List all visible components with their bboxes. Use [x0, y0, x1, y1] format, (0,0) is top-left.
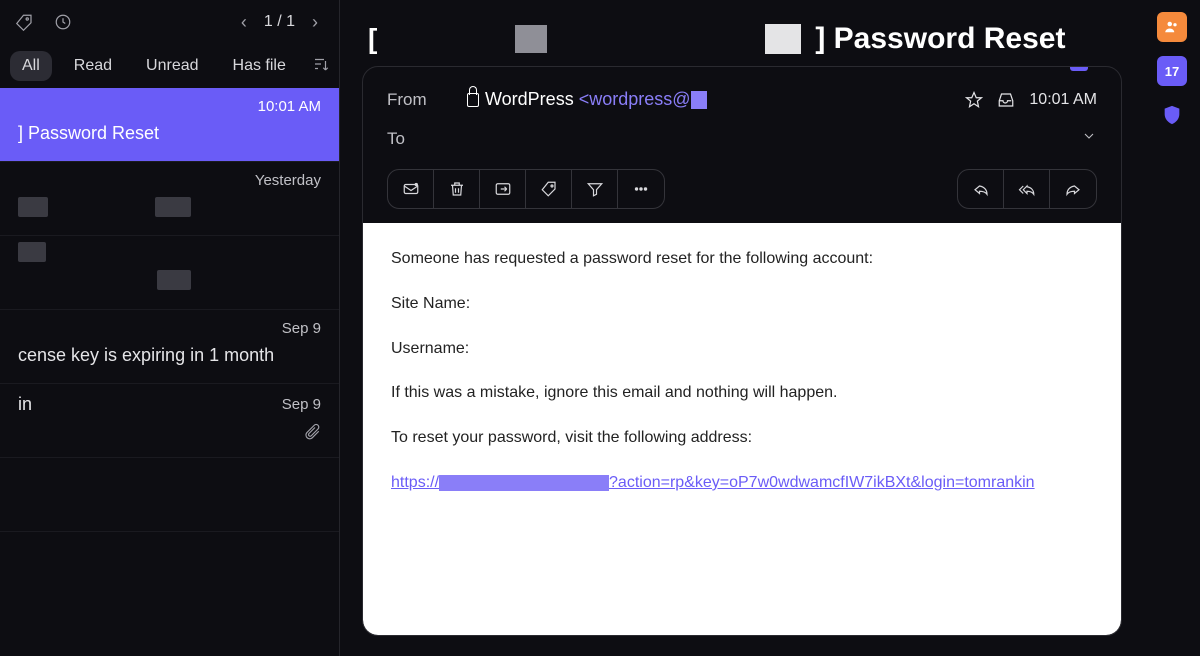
message-item[interactable]: [0, 236, 339, 310]
body-p4: If this was a mistake, ignore this email…: [391, 381, 1093, 406]
messages: 10:01 AM ] Password Reset Yesterday Sep …: [0, 88, 339, 656]
filter-unread[interactable]: Unread: [134, 51, 210, 81]
message-body: Someone has requested a password reset f…: [363, 223, 1121, 635]
sort-icon[interactable]: [308, 51, 334, 82]
filter-has-file[interactable]: Has file: [221, 51, 298, 81]
message-item[interactable]: 10:01 AM ] Password Reset: [0, 88, 339, 162]
shield-icon[interactable]: [1157, 100, 1187, 130]
sender[interactable]: WordPress <wordpress@: [485, 89, 707, 110]
message-time: Sep 9: [282, 320, 321, 337]
redacted-sender: [18, 242, 46, 262]
redacted-sender: [18, 197, 48, 217]
message-time: 10:01 AM: [258, 98, 321, 115]
redacted: [439, 475, 609, 491]
app-rail: 17: [1144, 0, 1200, 656]
list-toolbar: ‹ 1 / 1 ›: [0, 0, 339, 44]
message-meta: From WordPress <wordpress@ 10:01 AM: [363, 67, 1121, 163]
reply-all-icon[interactable]: [1004, 170, 1050, 208]
calendar-icon[interactable]: 17: [1157, 56, 1187, 86]
message-time: Yesterday: [255, 172, 321, 189]
redacted: [157, 270, 191, 290]
message-time: Sep 9: [282, 396, 321, 413]
subject-text: Password Reset: [834, 22, 1066, 55]
message-item[interactable]: Yesterday: [0, 162, 339, 236]
clock-icon[interactable]: [50, 9, 76, 35]
body-p1: Someone has requested a password reset f…: [391, 247, 1093, 272]
message-item[interactable]: Sep 9 cense key is expiring in 1 month: [0, 310, 339, 384]
more-icon[interactable]: [618, 170, 664, 208]
page-indicator: 1 / 1: [264, 13, 295, 31]
redacted: [515, 25, 547, 53]
tag-icon[interactable]: [12, 9, 38, 35]
message-toolbar: [363, 163, 1121, 223]
paperclip-icon: [18, 423, 321, 441]
tag-icon[interactable]: [526, 170, 572, 208]
reply-icon[interactable]: [958, 170, 1004, 208]
message-item[interactable]: in Sep 9: [0, 384, 339, 458]
lock-icon: [467, 93, 479, 107]
subject-prefix-bracket: [: [368, 23, 377, 55]
message-header: [ ] Password Reset: [350, 0, 1134, 66]
subject-bracket-close: ]: [815, 22, 825, 55]
message-list-pane: ‹ 1 / 1 › All Read Unread Has file 10:01…: [0, 0, 340, 656]
reset-link[interactable]: https://?action=rp&key=oP7w0wdwamcfIW7ik…: [391, 474, 1035, 491]
forward-icon[interactable]: [1050, 170, 1096, 208]
message-card: ✓ 1 From WordPress <wordpress@: [362, 66, 1122, 636]
reading-pane: [ ] Password Reset ✓ 1 From WordPress: [340, 0, 1144, 656]
chevron-down-icon[interactable]: [1081, 128, 1097, 149]
chevron-right-icon[interactable]: ›: [303, 12, 327, 33]
message-item[interactable]: [0, 458, 339, 532]
move-to-inbox-icon[interactable]: [480, 170, 526, 208]
body-p3: Username:: [391, 337, 1093, 362]
filter-all[interactable]: All: [10, 51, 52, 81]
star-icon[interactable]: [965, 91, 983, 109]
from-label: From: [387, 90, 451, 110]
shield-check-icon: ✓: [1070, 66, 1088, 71]
filter-tabs: All Read Unread Has file: [0, 44, 339, 88]
chevron-left-icon[interactable]: ‹: [232, 12, 256, 33]
message-subject: in: [18, 394, 32, 415]
message-time: 10:01 AM: [1029, 91, 1097, 109]
message-subject: cense key is expiring in 1 month: [18, 345, 321, 366]
security-badge[interactable]: ✓ 1: [1066, 66, 1105, 71]
redacted: [765, 24, 801, 54]
filter-icon[interactable]: [572, 170, 618, 208]
inbox-icon[interactable]: [997, 91, 1015, 109]
trash-icon[interactable]: [434, 170, 480, 208]
redacted: [691, 91, 707, 109]
filter-read[interactable]: Read: [62, 51, 124, 81]
subject-title: ] Password Reset: [815, 22, 1065, 56]
security-count: 1: [1092, 66, 1101, 71]
pager: ‹ 1 / 1 ›: [232, 12, 327, 33]
redacted: [155, 197, 191, 217]
message-subject: ] Password Reset: [18, 123, 321, 144]
people-icon[interactable]: [1157, 12, 1187, 42]
body-p5: To reset your password, visit the follow…: [391, 426, 1093, 451]
to-label: To: [387, 129, 451, 149]
body-p2: Site Name:: [391, 292, 1093, 317]
mark-unread-icon[interactable]: [388, 170, 434, 208]
